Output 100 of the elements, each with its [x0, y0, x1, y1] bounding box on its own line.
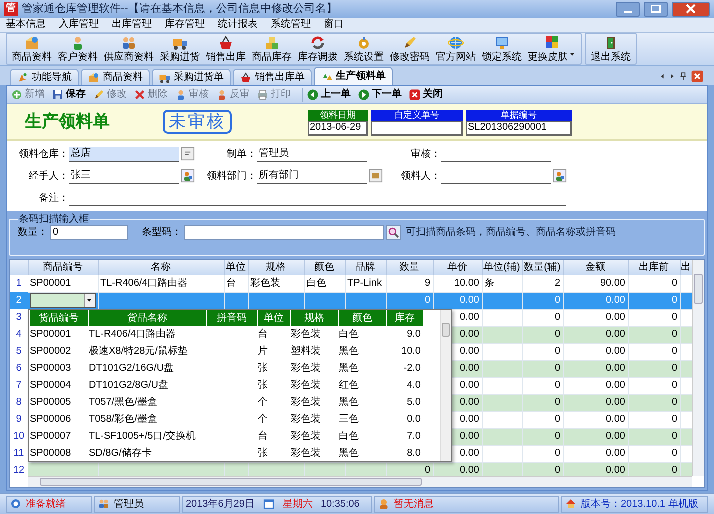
table-cell-text: SP00001 — [30, 328, 72, 342]
list-item[interactable]: SP00003 DT101G2/16G/U盘 张 彩色装 黑色 -2.0 — [30, 360, 423, 377]
field-label: 领料日期 — [308, 110, 368, 120]
list-item[interactable]: SP00007 TL-SF1005+/5口/交换机 台 彩色装 白色 7.0 — [30, 428, 423, 445]
table-cell: 白色 — [304, 275, 345, 292]
list-item[interactable]: SP00001 TL-R406/4口路由器 台 彩色装 白色 9.0 — [30, 326, 423, 343]
text-field[interactable]: 所有部门 — [257, 169, 367, 184]
toolbar-button[interactable]: 更换皮肤 — [525, 34, 579, 64]
menu-item[interactable]: 基本信息 — [5, 18, 47, 32]
table-cell: 0 — [628, 428, 680, 445]
field-label: 领料仓库： — [18, 148, 69, 162]
column-header[interactable]: 拼音码 — [207, 310, 257, 326]
table-cell-text: DT101G2/16G/U盘 — [89, 362, 176, 376]
text-field[interactable]: 2013-06-29 — [308, 120, 368, 136]
text-field[interactable]: SL201306290001 — [466, 120, 572, 136]
column-header[interactable]: 单位 — [258, 310, 290, 326]
menu-item[interactable]: 系统管理 — [270, 18, 312, 32]
toolbar-button[interactable]: 修改密码 — [387, 34, 433, 64]
table-cell-text: TL-R406/4口路由器 — [89, 328, 178, 342]
vertical-scrollbar[interactable] — [692, 260, 704, 476]
menu-item[interactable]: 统计报表 — [217, 18, 259, 32]
text-field[interactable]: 管理员 — [257, 147, 367, 162]
group-title: 条码扫描输入框 — [18, 212, 90, 227]
product-code-combo[interactable] — [30, 293, 96, 308]
table-cell: 0 — [628, 326, 680, 343]
toolbar-button[interactable]: 关闭 — [409, 87, 443, 102]
column-header[interactable]: 规格 — [291, 310, 338, 326]
text-field[interactable] — [371, 120, 463, 136]
status-text: 10:35:06 — [320, 498, 360, 512]
table-cell: 0 — [628, 292, 680, 309]
boxes-icon — [264, 34, 280, 50]
list-item[interactable]: SP00004 DT101G2/8G/U盘 张 彩色装 红色 4.0 — [30, 377, 423, 394]
toolbar-button[interactable]: 上一单 — [307, 87, 351, 102]
menu-item[interactable]: 出库管理 — [111, 18, 153, 32]
quantity-field[interactable]: 0 — [50, 225, 128, 240]
tab[interactable]: 销售出库单 — [233, 69, 312, 85]
column-header[interactable]: 颜色 — [339, 310, 386, 326]
toolbar-button[interactable]: 商品库存 — [249, 34, 295, 64]
text-field[interactable]: 张三 — [69, 169, 179, 184]
printer-icon — [257, 88, 269, 100]
table-cell: 0 — [628, 445, 680, 462]
picker-button[interactable] — [181, 147, 195, 161]
table-cell: 0 — [628, 343, 680, 360]
toolbar-button[interactable]: 官方网站 — [433, 34, 479, 64]
horizontal-scrollbar[interactable] — [28, 476, 692, 487]
toolbar-button[interactable]: 销售出库 — [203, 34, 249, 64]
column-header[interactable]: 货品名称 — [89, 310, 206, 326]
toolbar-button[interactable]: 库存调拨 — [295, 34, 341, 64]
toolbar-button[interactable]: 客户资料 — [55, 34, 101, 64]
text-field[interactable]: 总店 — [69, 147, 179, 162]
list-item[interactable]: SP00006 T058/彩色/墨盒 个 彩色装 三色 0.0 — [30, 411, 423, 428]
table-cell: 0 — [628, 360, 680, 377]
tab[interactable]: 采购进货单 — [152, 69, 231, 85]
list-item[interactable]: SP00008 SD/8G/储存卡 张 彩色装 黑色 8.0 — [30, 445, 423, 462]
minimize-button[interactable] — [616, 2, 640, 16]
toolbar-button[interactable]: 采购进货 — [157, 34, 203, 64]
table-cell-text: 10.0 — [400, 345, 422, 359]
box-icon — [24, 34, 40, 50]
tab[interactable]: 功能导航 — [10, 69, 79, 85]
picker-button[interactable] — [181, 169, 195, 183]
toolbar-button[interactable]: 商品资料 — [9, 34, 55, 64]
maximize-button[interactable] — [644, 2, 668, 16]
table-cell-text: 彩色装 — [291, 378, 322, 393]
toolbar-button[interactable]: 供应商资料 — [101, 34, 157, 64]
close-button[interactable] — [672, 2, 710, 16]
previous-icon — [307, 88, 319, 100]
toolbar-button[interactable]: 下一单 — [358, 87, 402, 102]
menu-item[interactable]: 库存管理 — [164, 18, 206, 32]
list-item[interactable]: SP00005 T057/黑色/墨盒 个 彩色装 黑色 5.0 — [30, 394, 423, 411]
table-cell-text: 台 — [258, 430, 269, 444]
table-cell-text: 张 — [258, 446, 269, 461]
barcode-field[interactable] — [184, 225, 384, 240]
toolbar-button[interactable]: 保存 — [52, 87, 86, 102]
table-cell: 9 — [386, 275, 433, 292]
table-row[interactable]: 1 SP00001 TL-R406/4口路由器 台 彩色装 白色 TP-Link 9 10.00 条 2 90.00 0 — [10, 275, 692, 292]
pencil-icon — [402, 34, 418, 50]
picker-button[interactable] — [369, 169, 383, 183]
maximize-icon — [651, 5, 661, 13]
table-cell-text: -2.0 — [402, 362, 422, 376]
menu-item[interactable]: 入库管理 — [58, 18, 100, 32]
toolbar-button[interactable]: 锁定系统 — [479, 34, 525, 64]
table-cell: 0 — [522, 445, 563, 462]
table-cell: 台 — [224, 275, 248, 292]
tab[interactable]: 商品资料 — [81, 69, 150, 85]
vertical-scrollbar[interactable] — [440, 310, 451, 461]
column-header[interactable]: 库存 — [387, 310, 423, 326]
delete-icon — [134, 88, 146, 100]
table-cell-text: 白色 — [339, 430, 360, 444]
menu-item[interactable]: 窗口 — [323, 18, 345, 32]
tab[interactable]: 生产领料单 — [314, 67, 393, 85]
toolbar-button[interactable]: 系统设置 — [341, 34, 387, 64]
table-cell: 0 — [628, 377, 680, 394]
app-logo: 管 — [4, 2, 18, 16]
status-stamp: 未审核 — [163, 110, 232, 134]
picker-button[interactable] — [553, 169, 567, 183]
search-button[interactable] — [386, 225, 401, 240]
list-item[interactable]: SP00002 极速X8/特28元/鼠标垫 片 塑料装 黑色 10.0 — [30, 343, 423, 360]
column-header[interactable]: 货品编号 — [30, 310, 88, 326]
status-text: 2013年6月29日 — [186, 498, 255, 512]
table-cell: 0 — [522, 326, 563, 343]
